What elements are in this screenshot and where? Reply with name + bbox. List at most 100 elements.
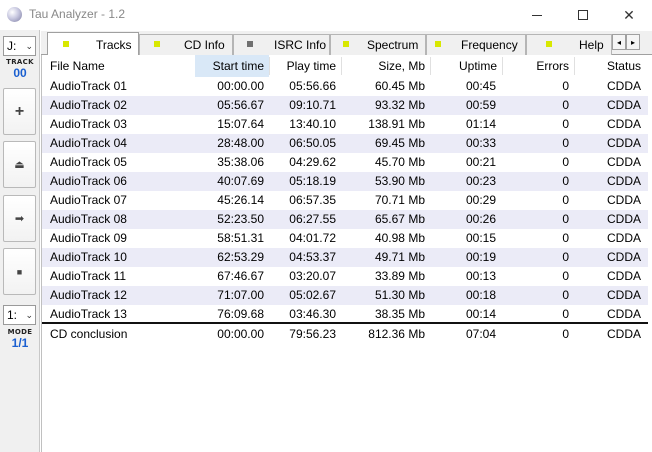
summary-cell: 00:00.00 (217, 327, 264, 341)
table-cell: 71:07.00 (217, 288, 264, 302)
table-cell: 62:53.29 (217, 250, 264, 264)
table-row[interactable]: AudioTrack 01 00:00.00 05:56.66 60.45 Mb 00:… (42, 77, 648, 96)
table-row[interactable]: AudioTrack 02 05:56.67 09:10.71 93.32 Mb 00:… (42, 96, 648, 115)
table-cell: 33.89 Mb (374, 269, 425, 283)
table-cell: 04:53.37 (289, 250, 336, 264)
table-cell: 58:51.31 (217, 231, 264, 245)
table-cell: 00:29 (465, 193, 496, 207)
next-button[interactable]: ➡ (3, 195, 36, 242)
table-cell: 0 (562, 174, 569, 188)
table-cell: 06:57.35 (289, 193, 336, 207)
column-header-play-time[interactable]: Play time (269, 55, 341, 77)
column-header-file-name[interactable]: File Name (45, 55, 195, 77)
column-header-start-time[interactable]: Start time (195, 55, 269, 77)
table-cell: 05:02.67 (289, 288, 336, 302)
table-cell: 45:26.14 (217, 193, 264, 207)
table-cell: CDDA (606, 155, 641, 169)
table-cell: AudioTrack 06 (50, 174, 127, 188)
table-cell: 15:07.64 (217, 117, 264, 131)
drive-select[interactable]: J: ⌄ (3, 36, 36, 56)
table-row[interactable]: AudioTrack 11 67:46.67 03:20.07 33.89 Mb 00:… (42, 267, 648, 286)
table-cell: 00:00.00 (217, 79, 264, 93)
table-row[interactable]: AudioTrack 06 40:07.69 05:18.19 53.90 Mb 00:… (42, 172, 648, 191)
column-header-errors[interactable]: Errors (502, 55, 574, 77)
tab-label: Frequency (461, 38, 518, 52)
mode-value: 1/1 (11, 336, 29, 350)
table-cell: 00:33 (465, 136, 496, 150)
close-button[interactable]: ✕ (606, 0, 652, 30)
table-cell: AudioTrack 05 (50, 155, 127, 169)
table-row[interactable]: AudioTrack 09 58:51.31 04:01.72 40.98 Mb 00:… (42, 229, 648, 248)
table-cell: 70.71 Mb (374, 193, 425, 207)
table-row[interactable]: AudioTrack 04 28:48.00 06:50.05 69.45 Mb 00:… (42, 134, 648, 153)
close-icon: ✕ (623, 6, 635, 23)
table-cell: AudioTrack 01 (50, 79, 127, 93)
app-icon (7, 7, 22, 22)
tab-isrc-info[interactable]: ISRC Info (233, 34, 330, 55)
tab-label: CD Info (184, 38, 225, 52)
add-button[interactable]: + (3, 88, 36, 135)
tracks-table: File Name Start time Play time Size, Mb … (41, 55, 652, 452)
tab-scroll-right-button[interactable]: ▸ (626, 34, 640, 50)
table-cell: 67:46.67 (217, 269, 264, 283)
table-cell: 40:07.69 (217, 174, 264, 188)
minimize-button[interactable] (514, 0, 560, 30)
table-cell: 45.70 Mb (374, 155, 425, 169)
table-cell: 93.32 Mb (374, 98, 425, 112)
table-cell: AudioTrack 07 (50, 193, 127, 207)
table-row[interactable]: AudioTrack 07 45:26.14 06:57.35 70.71 Mb 00:… (42, 191, 648, 210)
column-divider (574, 57, 575, 75)
tab-scroll-left-button[interactable]: ◂ (612, 34, 626, 50)
table-cell: 60.45 Mb (374, 79, 425, 93)
table-cell: AudioTrack 03 (50, 117, 127, 131)
chevron-left-icon: ◂ (616, 37, 621, 47)
table-cell: CDDA (606, 288, 641, 302)
drive-value: J: (7, 39, 17, 53)
table-row[interactable]: AudioTrack 12 71:07.00 05:02.67 51.30 Mb 00:… (42, 286, 648, 305)
maximize-button[interactable] (560, 0, 606, 30)
table-cell: 05:18.19 (289, 174, 336, 188)
table-cell: 00:15 (465, 231, 496, 245)
tab-cd-info[interactable]: CD Info (139, 34, 233, 55)
tab-frequency[interactable]: Frequency (426, 34, 526, 55)
tab-bar: Tracks CD Info ISRC Info Spectrum Freque… (41, 31, 652, 56)
mode-select-value: 1: (7, 308, 18, 322)
table-cell: 0 (562, 117, 569, 131)
table-cell: 69.45 Mb (374, 136, 425, 150)
summary-row[interactable]: CD conclusion 00:00.00 79:56.23 812.36 M… (42, 325, 648, 344)
eject-button[interactable]: ⏏ (3, 141, 36, 188)
table-cell: CDDA (606, 117, 641, 131)
table-row[interactable]: AudioTrack 05 35:38.06 04:29.62 45.70 Mb 00:… (42, 153, 648, 172)
table-row[interactable]: AudioTrack 10 62:53.29 04:53.37 49.71 Mb 00:… (42, 248, 648, 267)
table-cell: CDDA (606, 174, 641, 188)
stop-button[interactable]: ■ (3, 248, 36, 295)
column-header-uptime[interactable]: Uptime (430, 55, 502, 77)
table-cell: CDDA (606, 231, 641, 245)
minimize-icon (532, 14, 542, 16)
table-cell: 49.71 Mb (374, 250, 425, 264)
tab-marker-icon (154, 41, 160, 47)
tab-spectrum[interactable]: Spectrum (330, 34, 426, 55)
tab-marker-icon (247, 41, 253, 47)
table-row[interactable]: AudioTrack 08 52:23.50 06:27.55 65.67 Mb 00:… (42, 210, 648, 229)
tab-tracks[interactable]: Tracks (47, 32, 139, 56)
table-cell: 65.67 Mb (374, 212, 425, 226)
tab-marker-icon (435, 41, 441, 47)
summary-divider (42, 322, 648, 324)
table-cell: 09:10.71 (289, 98, 336, 112)
tab-label: Spectrum (367, 38, 419, 52)
tab-help[interactable]: Help (526, 34, 612, 55)
table-cell: 0 (562, 193, 569, 207)
column-header-status[interactable]: Status (574, 55, 646, 77)
summary-cell: CDDA (606, 327, 641, 341)
table-cell: CDDA (606, 79, 641, 93)
table-cell: AudioTrack 04 (50, 136, 127, 150)
mode-select[interactable]: 1: ⌄ (3, 305, 36, 325)
tab-label: ISRC Info (274, 38, 327, 52)
table-row[interactable]: AudioTrack 03 15:07.64 13:40.10 138.91 Mb 01… (42, 115, 648, 134)
plus-icon: + (14, 102, 25, 120)
table-cell: 35:38.06 (217, 155, 264, 169)
table-cell: 0 (562, 250, 569, 264)
table-cell: AudioTrack 11 (50, 269, 127, 283)
column-header-size[interactable]: Size, Mb (341, 55, 430, 77)
